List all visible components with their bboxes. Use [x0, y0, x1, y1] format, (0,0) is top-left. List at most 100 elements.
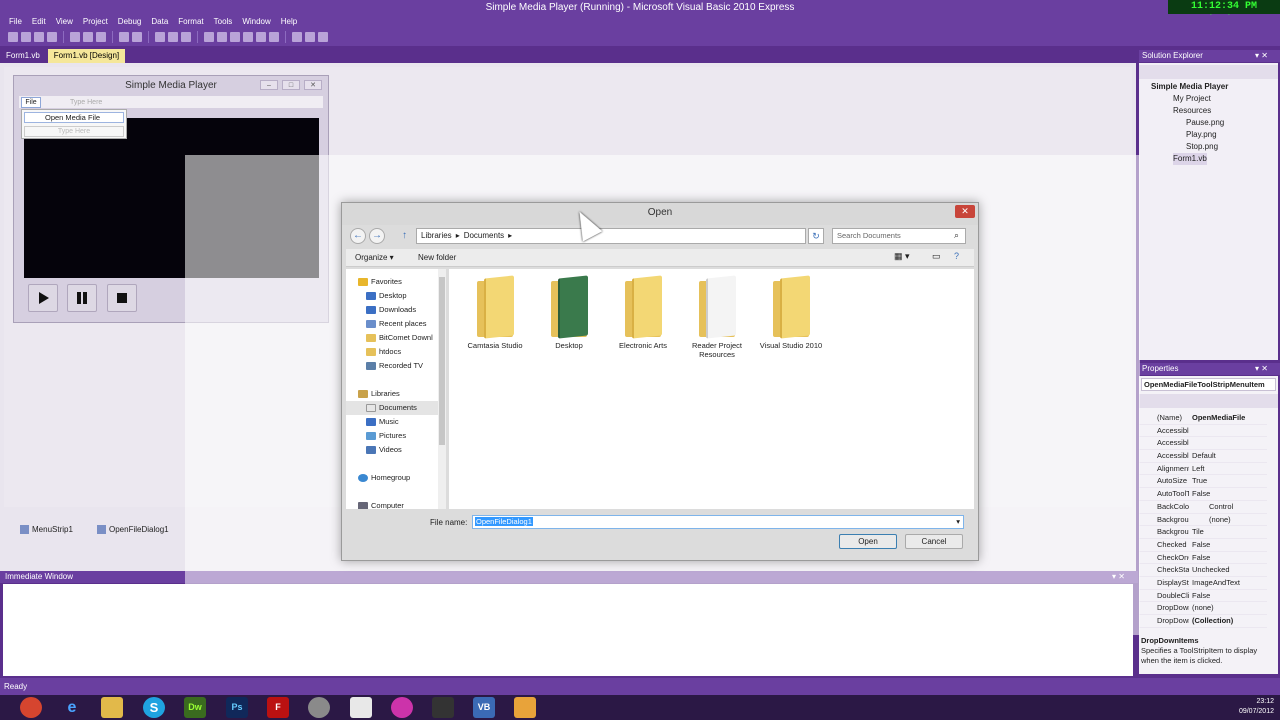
align-left-icon[interactable] [204, 32, 214, 42]
align-right-icon[interactable] [230, 32, 240, 42]
tree-item-form1[interactable]: Form1.vb [1173, 153, 1207, 165]
chrome-icon[interactable] [20, 697, 42, 718]
cut-icon[interactable] [70, 32, 80, 42]
align-middle-icon[interactable] [256, 32, 266, 42]
nav-recent-places[interactable]: Recent places [346, 317, 446, 331]
properties-object-select[interactable]: OpenMediaFileToolStripMenuItem [1141, 378, 1276, 391]
property-row[interactable]: DropDownIte(Collection) [1139, 615, 1267, 628]
spacing-icon[interactable] [305, 32, 315, 42]
back-arrow-icon[interactable]: ← [350, 228, 366, 244]
menu-edit[interactable]: Edit [27, 15, 51, 28]
property-row[interactable]: Alignment Left [1139, 463, 1267, 476]
menu-project[interactable]: Project [78, 15, 113, 28]
tray-menustrip[interactable]: MenuStrip1 [20, 525, 73, 534]
dreamweaver-icon[interactable]: Dw [184, 697, 206, 718]
view-options-icon[interactable]: ▦ ▾ [894, 251, 910, 262]
nav-music[interactable]: Music [346, 415, 446, 429]
chevron-down-icon[interactable]: ▾ [956, 516, 960, 528]
property-row[interactable]: DisplayStyleImageAndText [1139, 577, 1267, 590]
nav-homegroup[interactable]: Homegroup [346, 471, 446, 485]
chevron-right-icon[interactable]: ▸ [456, 229, 460, 243]
nav-libraries[interactable]: Libraries [346, 387, 446, 401]
property-row[interactable]: AutoSize True [1139, 475, 1267, 489]
property-row[interactable]: AutoToolTipFalse [1139, 488, 1267, 501]
cancel-button[interactable]: Cancel [905, 534, 963, 549]
play-button[interactable] [28, 284, 58, 312]
visual-basic-icon[interactable]: VB [473, 697, 495, 718]
nav-favorites[interactable]: Favorites [346, 275, 446, 289]
tab-form1-design[interactable]: Form1.vb [Design] [47, 49, 126, 63]
menu-file[interactable]: File [4, 15, 27, 28]
stop-button[interactable] [107, 284, 137, 312]
chevron-right-icon[interactable]: ▸ [508, 229, 512, 243]
folder-item[interactable]: Desktop [533, 275, 605, 350]
property-row[interactable]: DropDown (none) [1139, 602, 1267, 615]
form-menu-file[interactable]: File [21, 97, 41, 108]
preview-pane-icon[interactable]: ▭ [932, 251, 941, 262]
property-row[interactable]: (Name) OpenMediaFile [1139, 412, 1267, 425]
property-row[interactable]: BackColor Control [1139, 501, 1267, 514]
save-all-icon[interactable] [47, 32, 57, 42]
address-bar[interactable]: Libraries ▸ Documents ▸ [416, 228, 806, 244]
start-debug-icon[interactable] [155, 32, 165, 42]
menu-tools[interactable]: Tools [209, 15, 238, 28]
filezilla-icon[interactable]: F [267, 697, 289, 718]
undo-icon[interactable] [119, 32, 129, 42]
pause-debug-icon[interactable] [168, 32, 178, 42]
nav-pictures[interactable]: Pictures [346, 429, 446, 443]
pin-icon[interactable]: ▾ ✕ [1255, 363, 1268, 375]
nav-recorded-tv[interactable]: Recorded TV [346, 359, 446, 373]
paste-icon[interactable] [96, 32, 106, 42]
tree-item-play-png[interactable]: Play.png [1186, 129, 1217, 141]
tray-openfiledialog[interactable]: OpenFileDialog1 [97, 525, 169, 534]
nav-computer[interactable]: Computer [346, 499, 446, 509]
align-top-icon[interactable] [243, 32, 253, 42]
tree-item-my-project[interactable]: My Project [1173, 93, 1211, 105]
stop-debug-icon[interactable] [181, 32, 191, 42]
menu-data[interactable]: Data [146, 15, 173, 28]
property-row[interactable]: DoubleClickEFalse [1139, 590, 1267, 603]
search-icon[interactable]: ⌕ [954, 230, 959, 241]
menu-debug[interactable]: Debug [113, 15, 147, 28]
app-icon[interactable] [308, 697, 330, 718]
close-icon[interactable]: ✕ [304, 80, 322, 90]
open-media-file-item[interactable]: Open Media File [24, 112, 124, 123]
nav-htdocs[interactable]: htdocs [346, 345, 446, 359]
breadcrumb-documents[interactable]: Documents [464, 229, 504, 243]
redo-icon[interactable] [132, 32, 142, 42]
folder-item[interactable]: Visual Studio 2010 [755, 275, 827, 350]
open-icon[interactable] [21, 32, 31, 42]
align-center-icon[interactable] [217, 32, 227, 42]
breadcrumb-libraries[interactable]: Libraries [421, 229, 452, 243]
tree-project[interactable]: Simple Media Player [1151, 81, 1228, 93]
up-arrow-icon[interactable]: ↑ [402, 230, 407, 241]
notepad-icon[interactable] [350, 697, 372, 718]
form-menu-type-here[interactable]: Type Here [70, 97, 102, 108]
file-name-input[interactable]: OpenFileDialog1 ▾ [472, 515, 964, 529]
folder-item[interactable]: Reader Project Resources [681, 275, 753, 359]
order-icon[interactable] [318, 32, 328, 42]
pause-button[interactable] [67, 284, 97, 312]
property-row[interactable]: CheckStateUnchecked [1139, 564, 1267, 577]
folder-item[interactable]: Camtasia Studio [459, 275, 531, 350]
help-icon[interactable]: ? [954, 251, 959, 261]
paint-icon[interactable] [391, 697, 413, 718]
pin-icon[interactable]: ▾ ✕ [1255, 50, 1268, 62]
camtasia-icon[interactable] [432, 697, 454, 718]
property-row[interactable]: AccessibleDe [1139, 425, 1267, 438]
menu-format[interactable]: Format [173, 15, 208, 28]
refresh-icon[interactable]: ↻ [808, 228, 824, 244]
skype-icon[interactable]: S [143, 697, 165, 718]
photoshop-icon[interactable]: Ps [226, 697, 248, 718]
new-folder-button[interactable]: New folder [418, 252, 456, 264]
nav-bitcomet[interactable]: BitComet Downl [346, 331, 446, 345]
open-button[interactable]: Open [839, 534, 897, 549]
new-project-icon[interactable] [8, 32, 18, 42]
minimize-icon[interactable]: – [260, 80, 278, 90]
property-row[interactable]: BackgroundIrTile [1139, 526, 1267, 539]
menu-view[interactable]: View [51, 15, 78, 28]
property-row[interactable]: AccessibleNa [1139, 437, 1267, 451]
nav-documents[interactable]: Documents [346, 401, 446, 415]
file-explorer-icon[interactable] [101, 697, 123, 718]
property-row[interactable]: AccessibleRolDefault [1139, 450, 1267, 463]
